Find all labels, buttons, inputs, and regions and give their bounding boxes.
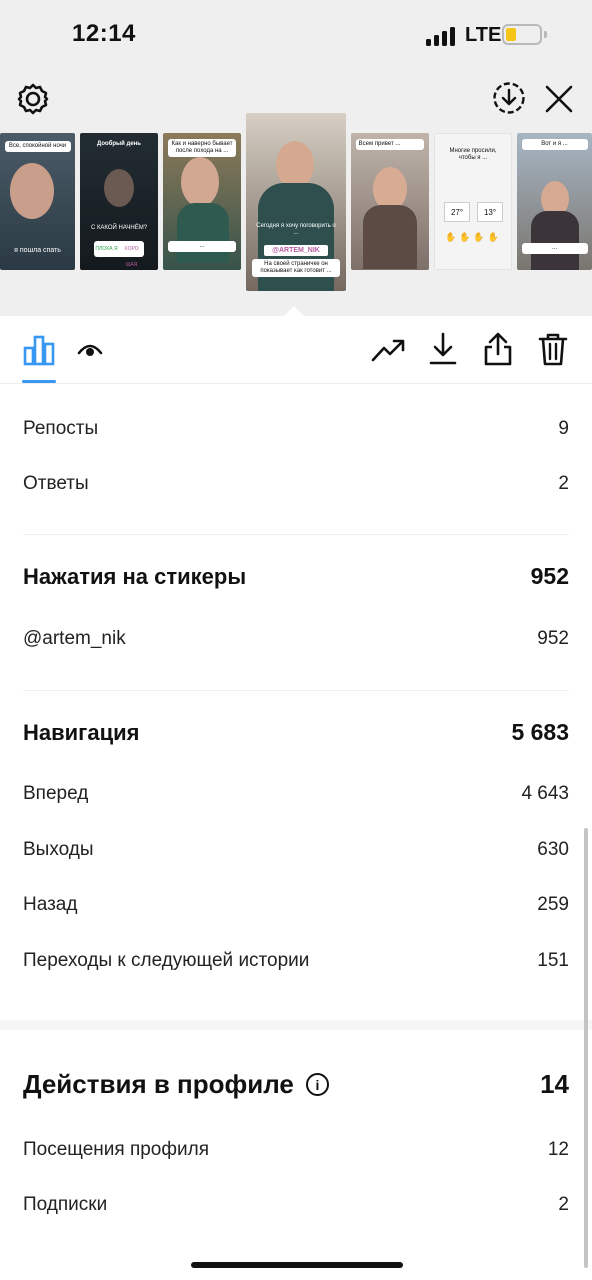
- stat-value: 12: [547, 1139, 569, 1160]
- stat-label: @artem_nik: [23, 628, 126, 649]
- story-thumbnail[interactable]: Как и наверно бывает после похода на ...…: [163, 133, 241, 270]
- stat-label: Посещения профиля: [23, 1139, 209, 1160]
- section-divider: [23, 690, 569, 691]
- section-title: Действия в профиле: [23, 1069, 294, 1099]
- temperature-box: 27°: [444, 202, 470, 222]
- stat-value: 259: [537, 894, 569, 915]
- story-thumbnail[interactable]: Многие просили, чтобы я ... 27° 13° ✋✋✋✋: [434, 133, 512, 270]
- story-caption: ...: [521, 243, 588, 254]
- profile-actions-header: Действия в профиле i 14: [23, 1069, 569, 1100]
- story-caption: Как и наверно бывает после похода на ...: [167, 139, 237, 157]
- stat-label: Ответы: [23, 473, 89, 494]
- battery-icon: [502, 24, 547, 45]
- poll-sticker: ПЛОХА Я ХОРО ШАЯ: [94, 241, 144, 268]
- stat-row-reposts: Репосты 9: [23, 418, 569, 440]
- stat-value: 2: [558, 473, 569, 494]
- stat-value: 4 643: [521, 783, 569, 804]
- bar-chart-icon[interactable]: [22, 333, 56, 367]
- download-icon[interactable]: [427, 332, 459, 366]
- section-total: 14: [540, 1069, 569, 1099]
- stat-row-forward: Вперед 4 643: [23, 783, 569, 805]
- section-total: 5 683: [511, 719, 569, 745]
- stat-label: Репосты: [23, 418, 99, 439]
- story-thumbnail-selected[interactable]: Сегодня я хочу поговорить о ... @ARTEM_N…: [246, 113, 346, 291]
- mention-sticker: @ARTEM_NIK: [264, 245, 328, 256]
- stat-label: Выходы: [23, 839, 94, 860]
- section-divider: [23, 534, 569, 535]
- download-circle-icon[interactable]: [491, 80, 527, 116]
- temperature-box: 13°: [477, 202, 503, 222]
- stat-value: 2: [558, 1194, 569, 1215]
- story-caption: ...: [167, 241, 237, 252]
- gear-icon[interactable]: [14, 80, 52, 118]
- story-caption: Вот и я ...: [521, 139, 588, 150]
- active-tab-indicator: [22, 380, 56, 383]
- stat-value: 952: [537, 628, 569, 649]
- story-caption: С КАКОЙ НАЧНЁМ?: [90, 225, 148, 231]
- section-title: Навигация: [23, 719, 140, 745]
- stat-row-next-story: Переходы к следующей истории 151: [23, 950, 569, 972]
- stat-row-profile-visits: Посещения профиля 12: [23, 1139, 569, 1161]
- stat-value: 9: [558, 418, 569, 439]
- stat-label: Вперед: [23, 783, 89, 804]
- story-thumbnail[interactable]: Всем привет ...: [351, 133, 429, 270]
- scrollbar[interactable]: [584, 828, 588, 1268]
- close-icon[interactable]: [542, 82, 576, 116]
- stat-label: Назад: [23, 894, 78, 915]
- signal-icon: [426, 26, 458, 46]
- stat-value: 151: [537, 950, 569, 971]
- story-caption: Сегодня я хочу поговорить о ...: [256, 223, 336, 236]
- section-title: Нажатия на стикеры: [23, 563, 247, 589]
- story-caption: Всем привет ...: [355, 139, 425, 150]
- navigation-header: Навигация 5 683: [23, 719, 569, 746]
- stat-label: Переходы к следующей истории: [23, 950, 310, 971]
- story-caption: Дообрый день: [97, 141, 141, 147]
- story-caption: На своей страничке он показывает как гот…: [252, 259, 340, 277]
- story-caption: Многие просили, чтобы я ...: [449, 148, 497, 161]
- story-thumbnail[interactable]: Вот и я ... ...: [517, 133, 592, 270]
- story-thumbnail[interactable]: Все, спокойной ночи я пошла спать: [0, 133, 75, 270]
- stat-row-replies: Ответы 2: [23, 473, 569, 495]
- trash-icon[interactable]: [537, 331, 569, 367]
- stat-row-back: Назад 259: [23, 894, 569, 916]
- stat-row-follows: Подписки 2: [23, 1194, 569, 1216]
- story-caption: Все, спокойной ночи: [4, 141, 71, 152]
- share-icon[interactable]: [481, 331, 515, 367]
- story-caption: я пошла спать: [14, 247, 61, 254]
- stat-label: Подписки: [23, 1194, 108, 1215]
- stat-row-exits: Выходы 630: [23, 839, 569, 861]
- trend-up-icon[interactable]: [370, 334, 406, 366]
- story-thumbnail[interactable]: Дообрый день С КАКОЙ НАЧНЁМ? ПЛОХА Я ХОР…: [80, 133, 158, 270]
- status-time: 12:14: [72, 20, 136, 47]
- home-indicator[interactable]: [191, 1262, 403, 1268]
- info-icon[interactable]: i: [305, 1073, 329, 1096]
- sticker-taps-header: Нажатия на стикеры 952: [23, 563, 569, 590]
- emoji-row: ✋✋✋✋: [445, 232, 502, 242]
- section-separator: [0, 1020, 592, 1030]
- stat-value: 630: [537, 839, 569, 860]
- network-type: LTE: [465, 24, 502, 46]
- section-total: 952: [530, 563, 569, 589]
- eye-icon[interactable]: [76, 338, 104, 362]
- stat-row-sticker: @artem_nik 952: [23, 628, 569, 650]
